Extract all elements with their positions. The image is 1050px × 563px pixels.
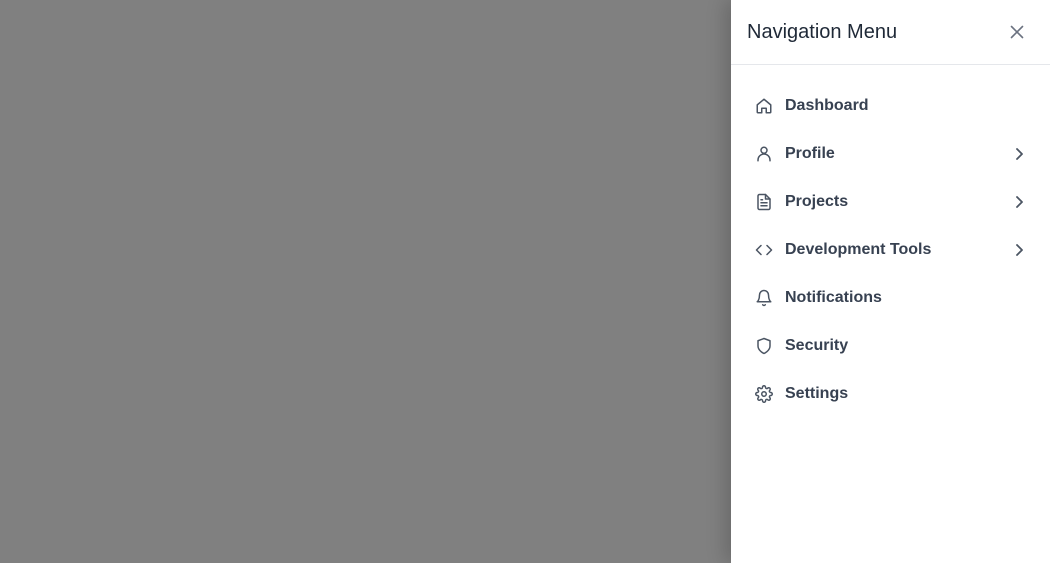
menu-item-label: Dashboard: [785, 97, 869, 114]
bell-icon: [754, 288, 774, 308]
menu-item-security[interactable]: Security: [731, 322, 1050, 370]
chevron-right-icon: [1010, 144, 1028, 164]
menu-item-label: Projects: [785, 193, 849, 210]
user-icon: [754, 144, 774, 164]
backdrop-overlay[interactable]: [0, 0, 731, 563]
menu-item-development-tools[interactable]: Development Tools: [731, 226, 1050, 274]
menu-item-label: Development Tools: [785, 241, 932, 258]
menu-item-label: Profile: [785, 145, 835, 162]
navigation-drawer: Navigation Menu Dashboard Profile Projec…: [731, 0, 1050, 563]
code-icon: [754, 240, 774, 260]
shield-icon: [754, 336, 774, 356]
document-icon: [754, 192, 774, 212]
close-icon: [1009, 24, 1025, 40]
close-button[interactable]: [1004, 19, 1030, 45]
menu-item-notifications[interactable]: Notifications: [731, 274, 1050, 322]
menu-item-label: Settings: [785, 385, 849, 402]
menu-item-profile[interactable]: Profile: [731, 130, 1050, 178]
menu-item-projects[interactable]: Projects: [731, 178, 1050, 226]
gear-icon: [754, 384, 774, 404]
nav-menu: Dashboard Profile Projects Development T…: [731, 82, 1050, 418]
menu-item-dashboard[interactable]: Dashboard: [731, 82, 1050, 130]
home-icon: [754, 96, 774, 116]
drawer-title: Navigation Menu: [747, 21, 898, 43]
menu-item-settings[interactable]: Settings: [731, 370, 1050, 418]
chevron-right-icon: [1010, 192, 1028, 212]
chevron-right-icon: [1010, 240, 1028, 260]
drawer-header: Navigation Menu: [731, 0, 1050, 65]
menu-item-label: Security: [785, 337, 849, 354]
menu-item-label: Notifications: [785, 289, 882, 306]
